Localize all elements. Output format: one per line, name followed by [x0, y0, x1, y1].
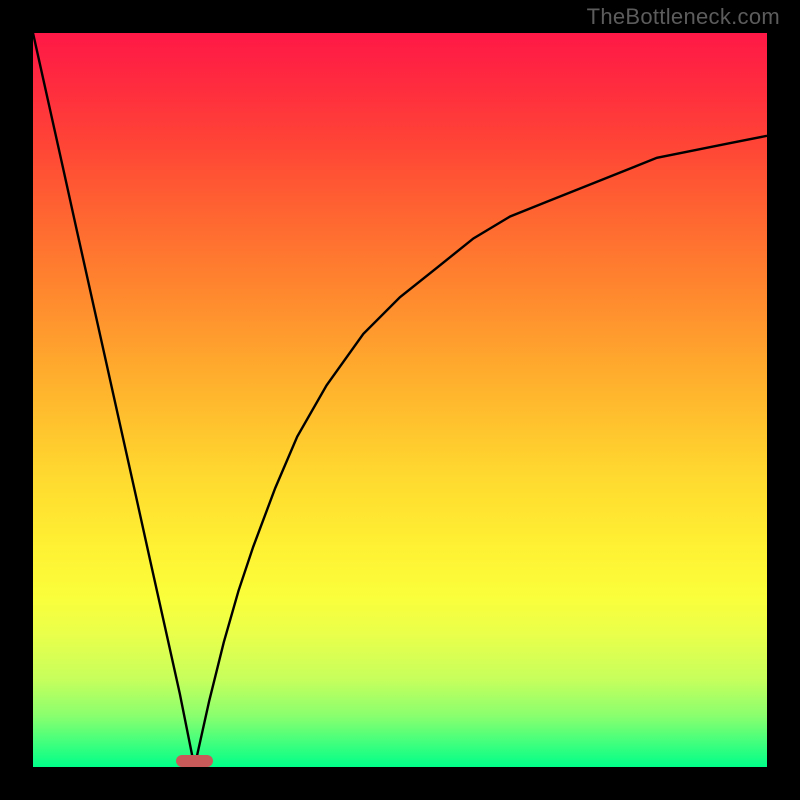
- curve-overlay: [33, 33, 767, 767]
- bottleneck-curve: [33, 33, 767, 767]
- chart-frame: TheBottleneck.com: [0, 0, 800, 800]
- watermark-text: TheBottleneck.com: [587, 4, 780, 30]
- optimum-marker: [176, 755, 213, 767]
